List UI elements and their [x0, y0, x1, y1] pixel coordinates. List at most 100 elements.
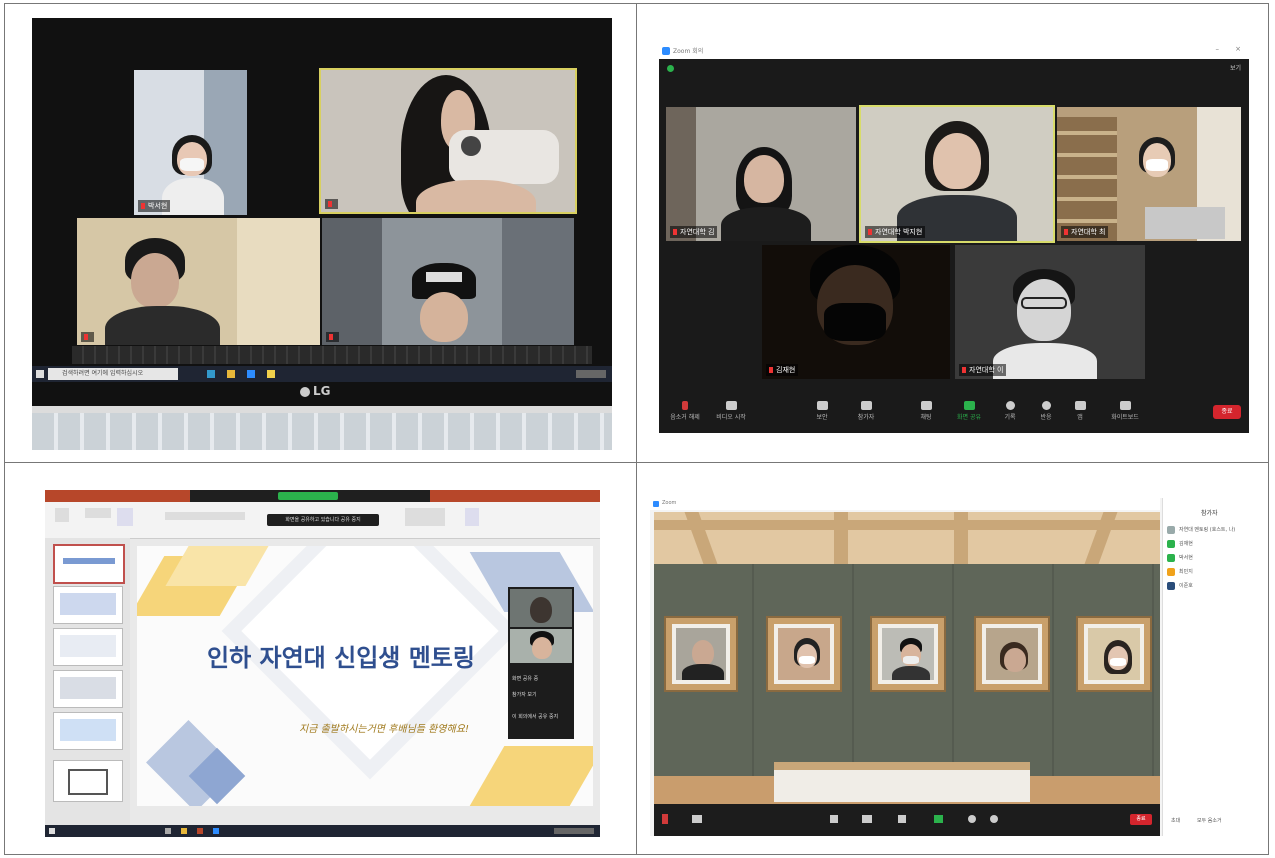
participant-name: [81, 332, 94, 342]
whiteboard-icon: [1119, 401, 1131, 410]
zoom-share-controls: [190, 490, 430, 502]
video-tile: [322, 218, 574, 345]
participant-name: [326, 332, 339, 342]
record-button[interactable]: 기록: [995, 401, 1025, 421]
slide-thumbnail[interactable]: [53, 760, 123, 802]
participant-row[interactable]: 이준호: [1167, 580, 1259, 594]
participant-list: 자연대 멘토링 (호스트, 나) 김재현 박서현 최민지 이준호: [1167, 524, 1259, 594]
share-menu-item[interactable]: 화면 공유 중: [512, 675, 538, 682]
slide-thumbnail[interactable]: [53, 586, 123, 624]
share-screen-icon: [963, 401, 975, 410]
taskbar-search-box[interactable]: 검색하려면 여기에 입력하십시오: [48, 368, 178, 380]
laptop-keyboard: [32, 413, 612, 450]
slide-subtitle: 지금 출발하시는거면 후배님들 환영해요!: [299, 724, 469, 735]
taskbar-app-icon[interactable]: [197, 828, 203, 834]
participant-row[interactable]: 자연대 멘토링 (호스트, 나): [1167, 524, 1259, 538]
camera-icon[interactable]: [692, 815, 702, 823]
laptop-brand-logo: LG: [300, 384, 331, 398]
people-icon[interactable]: [862, 815, 872, 823]
video-tile: [77, 218, 320, 345]
whiteboard-button[interactable]: 화이트보드: [1103, 401, 1147, 421]
chat-bubble-icon[interactable]: [898, 815, 906, 823]
slide-thumbnail[interactable]: [53, 628, 123, 666]
end-meeting-button[interactable]: 종료: [1213, 405, 1241, 419]
apps-button[interactable]: 앱: [1065, 401, 1095, 421]
shield-icon[interactable]: [830, 815, 838, 823]
chat-bubble-icon: [920, 401, 932, 410]
share-menu-item[interactable]: 참가자 보기: [512, 691, 537, 698]
participants-button[interactable]: 참가자: [849, 401, 883, 421]
keyboard-reflection: [72, 346, 592, 364]
avatar: [1167, 568, 1175, 576]
microphone-off-icon: [682, 401, 688, 410]
view-button[interactable]: 보기: [1230, 63, 1241, 72]
slide-thumbnail-pane: [45, 538, 130, 825]
record-icon: [1005, 401, 1015, 410]
video-tile-active: 자연대학 박지현: [859, 105, 1055, 243]
shield-icon: [816, 401, 828, 410]
taskbar-app-icon[interactable]: [247, 370, 255, 378]
picture-frame: [766, 616, 842, 692]
participant-row[interactable]: 박서현: [1167, 552, 1259, 566]
participant-name: 최민지: [1179, 569, 1193, 575]
smile-icon: [1041, 401, 1051, 410]
taskbar-app-icon[interactable]: [165, 828, 171, 834]
ribbon-icon[interactable]: [117, 508, 133, 526]
taskbar-app-icon[interactable]: [227, 370, 235, 378]
slide-title: 인하 자연대 신입생 멘토링: [207, 644, 475, 672]
windows-start-icon[interactable]: [49, 828, 55, 834]
smile-icon[interactable]: [990, 815, 998, 823]
mute-button[interactable]: 음소거 해제: [665, 401, 705, 421]
participant-row[interactable]: 김재현: [1167, 538, 1259, 552]
participant-name: 박서현: [1179, 555, 1193, 561]
security-button[interactable]: 보안: [807, 401, 837, 421]
video-button[interactable]: 비디오 시작: [711, 401, 751, 421]
video-tile: 자연대학 이: [955, 245, 1145, 379]
minimize-icon[interactable]: –: [1216, 45, 1220, 53]
zoom-title-bar: Zoom 회의 – ×: [659, 43, 1249, 59]
zoom-toolbar: 종료: [654, 804, 1160, 836]
taskbar-app-icon[interactable]: [267, 370, 275, 378]
apps-icon: [1074, 401, 1086, 410]
invite-button[interactable]: 초대: [1171, 817, 1180, 824]
participant-name: 이준호: [1179, 583, 1193, 589]
gallery-bench: [774, 762, 1030, 802]
virtual-gallery-room: [654, 512, 1160, 804]
participant-name: 자연대학 김: [670, 226, 718, 238]
panel-zoom-virtual-gallery: Zoom 종료 참가자 자연대 멘토링 (호스트, 나) 김재현 박서현 최민지…: [650, 498, 1262, 836]
taskbar-app-icon[interactable]: [181, 828, 187, 834]
share-menu-item[interactable]: 이 회의에서 공유 중지: [512, 713, 558, 720]
participants-panel: 참가자 자연대 멘토링 (호스트, 나) 김재현 박서현 최민지 이준호 초대 …: [1162, 498, 1262, 836]
window-title: Zoom 회의: [673, 48, 704, 55]
slide-thumbnail[interactable]: [53, 544, 125, 584]
video-tile-active: [319, 68, 577, 214]
participant-name: 자연대 멘토링 (호스트, 나): [1179, 527, 1236, 533]
reactions-button[interactable]: 반응: [1031, 401, 1061, 421]
ribbon-icon[interactable]: [465, 508, 479, 526]
avatar: [1167, 540, 1175, 548]
mute-all-button[interactable]: 모두 음소거: [1197, 817, 1222, 824]
ribbon-icon[interactable]: [165, 512, 245, 520]
participant-row[interactable]: 최민지: [1167, 566, 1259, 580]
taskbar-app-icon[interactable]: [207, 370, 215, 378]
close-icon[interactable]: ×: [1235, 45, 1241, 53]
slide-thumbnail[interactable]: [53, 670, 123, 708]
slide-thumbnail[interactable]: [53, 712, 123, 750]
sharing-banner[interactable]: 화면을 공유하고 있습니다 공유 중지: [267, 514, 379, 526]
taskbar-app-icon[interactable]: [213, 828, 219, 834]
ribbon-icon[interactable]: [405, 508, 445, 526]
laptop-screen: 박서현 검색하려면 여기에 입력하십시오 LG: [32, 18, 612, 406]
microphone-off-icon[interactable]: [662, 814, 668, 824]
windows-start-icon[interactable]: [36, 370, 44, 378]
grid-divider-horizontal: [4, 462, 1269, 463]
chat-button[interactable]: 채팅: [911, 401, 941, 421]
ribbon-icon[interactable]: [85, 508, 111, 518]
zoom-app-icon: [653, 501, 659, 507]
end-meeting-button[interactable]: 종료: [1130, 814, 1152, 825]
camera-icon: [725, 401, 737, 410]
panel-laptop-photo: 박서현 검색하려면 여기에 입력하십시오 LG: [32, 18, 612, 450]
ribbon-icon[interactable]: [55, 508, 69, 522]
share-screen-icon[interactable]: [934, 815, 943, 823]
share-screen-button[interactable]: 화면 공유: [951, 401, 987, 421]
record-icon[interactable]: [968, 815, 976, 823]
